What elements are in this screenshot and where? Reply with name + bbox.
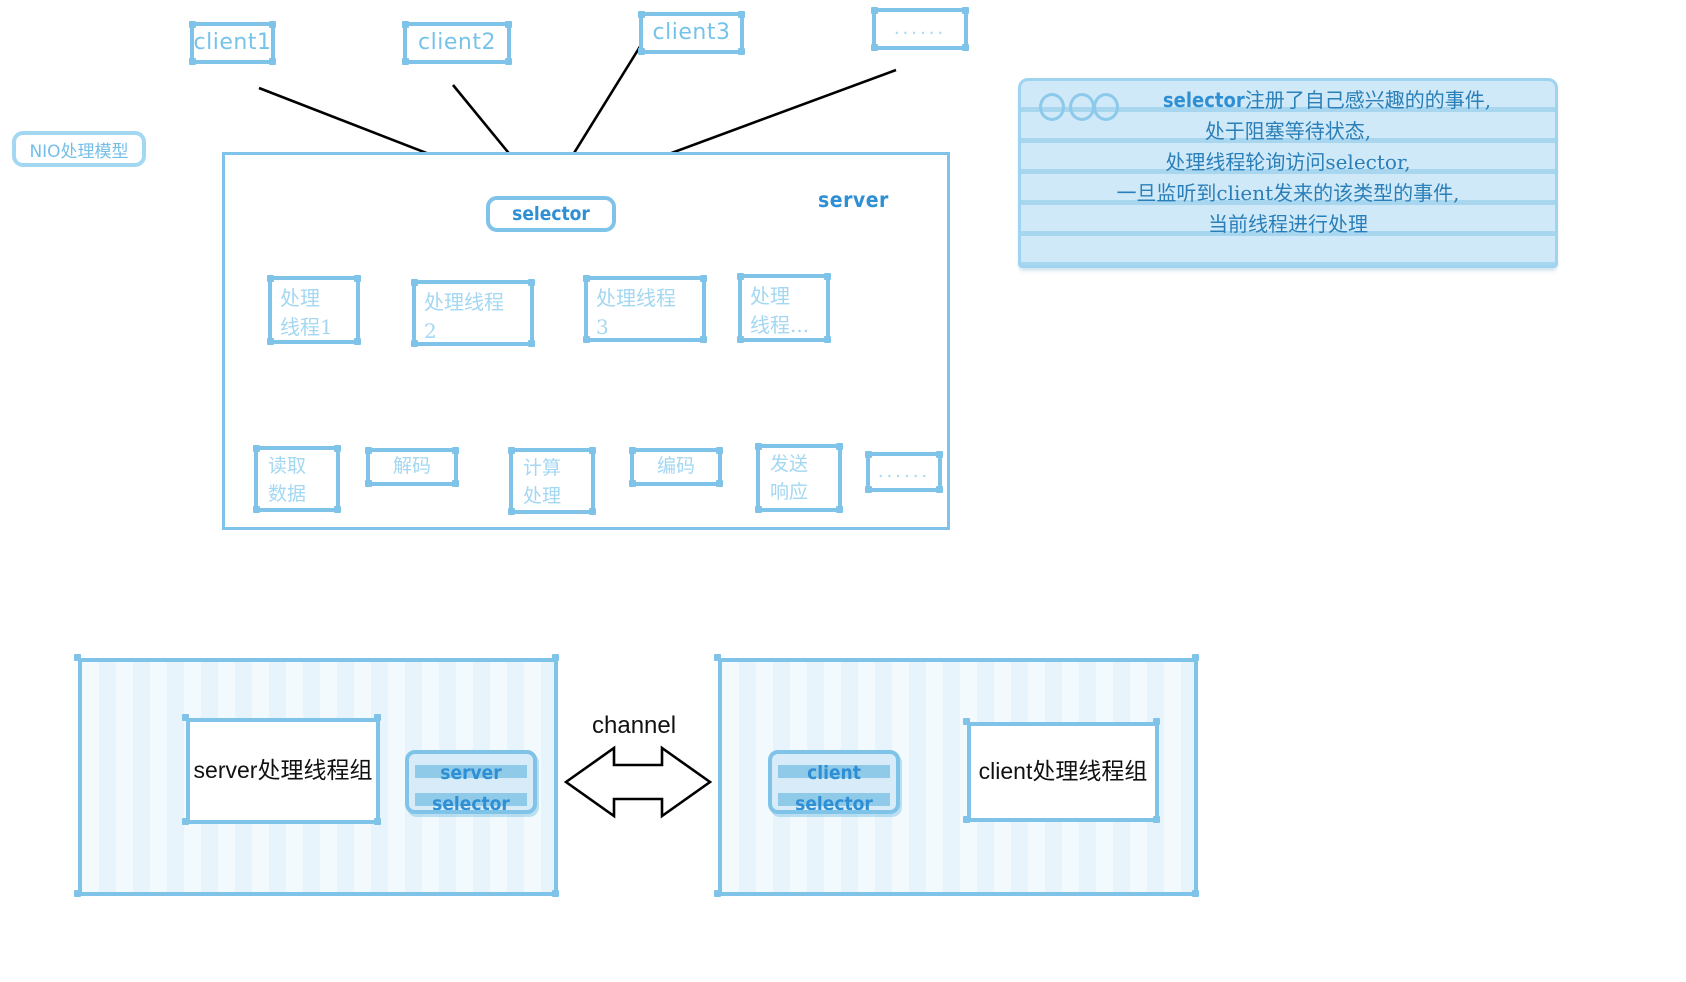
stage-compute[interactable]: 计算 处理 <box>508 447 596 515</box>
stage-label: 编码 <box>656 455 695 478</box>
thread-label: 处理 线程... <box>750 284 810 337</box>
server-selector-line2: selector <box>432 793 510 814</box>
ring-icon <box>1093 93 1119 121</box>
client-selector-line2: selector <box>795 793 873 814</box>
nio-model-tag: NIO处理模型 <box>12 131 146 167</box>
channel-label: channel <box>592 712 677 739</box>
ring-icon <box>1039 93 1065 121</box>
nio-model-label: NIO处理模型 <box>29 141 129 162</box>
processing-thread-more[interactable]: 处理 线程... <box>737 273 831 343</box>
explanation-note: selector注册了自己感兴趣的的事件, 处于阻塞等待状态, 处理线程轮询访问se… <box>1018 78 1558 268</box>
thread-label: 处理线程 2 <box>424 290 504 343</box>
ring-icon <box>1069 93 1095 121</box>
client-label: client2 <box>418 30 496 56</box>
stage-label: ...... <box>877 460 931 482</box>
thread-label: 处理线程 3 <box>596 286 676 339</box>
stage-encode[interactable]: 编码 <box>629 447 723 487</box>
processing-thread-2[interactable]: 处理线程 2 <box>411 279 535 347</box>
client-box-1[interactable]: client1 <box>189 21 276 65</box>
client-label: ...... <box>893 17 947 39</box>
processing-thread-3[interactable]: 处理线程 3 <box>583 275 707 343</box>
server-selector-card[interactable]: server selector <box>405 750 537 814</box>
server-label: server <box>818 188 889 212</box>
thread-label: 处理 线程1 <box>280 286 333 339</box>
client-label: client1 <box>193 30 272 56</box>
stage-read-data[interactable]: 读取 数据 <box>253 445 341 513</box>
client-box-2[interactable]: client2 <box>402 21 512 65</box>
stage-label: 读取 数据 <box>268 455 307 505</box>
stage-label: 计算 处理 <box>523 457 562 507</box>
client-box-more[interactable]: ...... <box>871 7 969 51</box>
server-thread-group[interactable]: server处理线程组 <box>186 718 380 824</box>
client-selector-card[interactable]: client selector <box>768 750 900 814</box>
stage-label: 解码 <box>392 455 431 478</box>
server-selector-line1: server <box>440 762 502 784</box>
client-thread-group[interactable]: client处理线程组 <box>967 722 1159 822</box>
selector-label: selector <box>512 203 590 225</box>
stage-send-response[interactable]: 发送 响应 <box>755 443 843 513</box>
client-box-3[interactable]: client3 <box>638 11 745 55</box>
stage-more[interactable]: ...... <box>865 451 943 493</box>
stage-decode[interactable]: 解码 <box>365 447 459 487</box>
processing-thread-1[interactable]: 处理 线程1 <box>267 275 361 345</box>
selector-node[interactable]: selector <box>486 196 616 232</box>
stage-label: 发送 响应 <box>770 453 809 503</box>
client-thread-group-label: client处理线程组 <box>978 758 1148 785</box>
client-label: client3 <box>652 20 731 46</box>
server-thread-group-label: server处理线程组 <box>193 757 373 784</box>
diagram-canvas: client1 client2 client3 ...... NIO处理模型 s… <box>0 0 1686 982</box>
client-selector-line1: client <box>807 762 861 784</box>
